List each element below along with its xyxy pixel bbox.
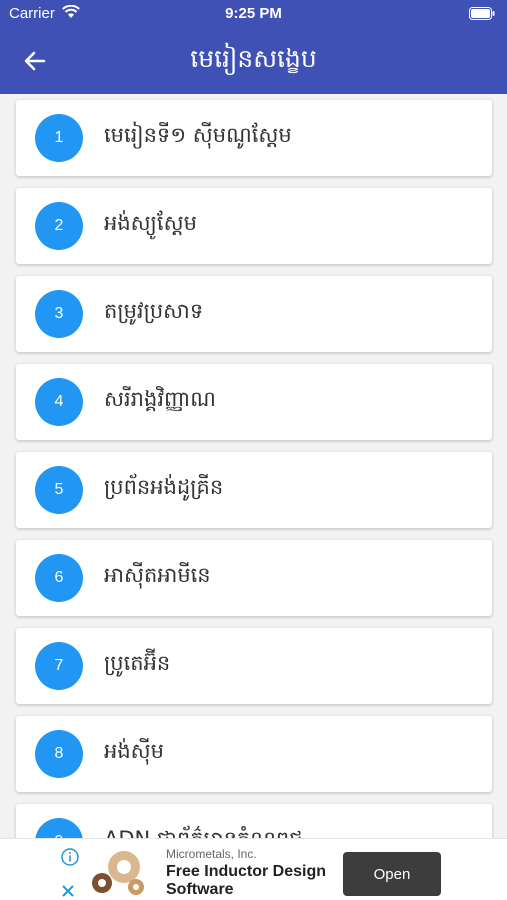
ad-headline[interactable]: Free Inductor Design Software: [166, 863, 336, 899]
ad-close-icon[interactable]: [60, 883, 76, 899]
lesson-number-badge: 8: [35, 730, 83, 778]
lesson-item[interactable]: 3 តម្រូវប្រសាទ: [16, 276, 492, 352]
lesson-item[interactable]: 4 សរីរាង្គវិញ្ញាណ: [16, 364, 492, 440]
app-bar: មេរៀនសង្ខេប: [0, 28, 507, 94]
lesson-number-badge: 1: [35, 114, 83, 162]
lesson-number-badge: 6: [35, 554, 83, 602]
lesson-list: 1 មេរៀនទី១ ស៊ីមណូស្តែម 2 អង់ស្យូស្តែម 3 …: [0, 94, 507, 838]
lesson-number-badge: 5: [35, 466, 83, 514]
ad-open-button[interactable]: Open: [343, 852, 441, 896]
lesson-item[interactable]: 9 ADN ជាព័ត៌មានតំណពូជ: [16, 804, 492, 838]
status-bar: Carrier 9:25 PM: [0, 0, 507, 28]
lesson-number-badge: 3: [35, 290, 83, 338]
lesson-title: អង់ស៊ីម: [104, 739, 164, 763]
ad-product-image: [92, 851, 144, 895]
lesson-title: តម្រូវប្រសាទ: [104, 299, 204, 323]
lesson-number-badge: 9: [35, 818, 83, 838]
lesson-title: ប្រូតេអ៊ីន: [104, 651, 171, 675]
lesson-item[interactable]: 5 ប្រព័នអង់ដូគ្រីន: [16, 452, 492, 528]
lesson-title: អាស៊ីតអាមីនេ: [104, 563, 211, 587]
ad-info-icon[interactable]: [60, 847, 80, 867]
page-title: មេរៀនសង្ខេប: [190, 44, 317, 73]
lesson-title: មេរៀនទី១ ស៊ីមណូស្តែម: [104, 123, 292, 147]
lesson-item[interactable]: 1 មេរៀនទី១ ស៊ីមណូស្តែម: [16, 100, 492, 176]
lesson-number-badge: 4: [35, 378, 83, 426]
lesson-title: អង់ស្យូស្តែម: [104, 211, 197, 235]
ad-banner[interactable]: Micrometals, Inc. Free Inductor Design S…: [0, 838, 507, 900]
lesson-number-badge: 2: [35, 202, 83, 250]
status-time: 9:25 PM: [225, 5, 282, 22]
lesson-title: ADN ជាព័ត៌មានតំណពូជ: [104, 826, 303, 838]
lesson-item[interactable]: 6 អាស៊ីតអាមីនេ: [16, 540, 492, 616]
lesson-item[interactable]: 7 ប្រូតេអ៊ីន: [16, 628, 492, 704]
lesson-item[interactable]: 8 អង់ស៊ីម: [16, 716, 492, 792]
lesson-number-badge: 7: [35, 642, 83, 690]
lesson-title: សរីរាង្គវិញ្ញាណ: [104, 387, 216, 411]
battery-icon: [469, 7, 495, 20]
lesson-item[interactable]: 2 អង់ស្យូស្តែម: [16, 188, 492, 264]
ad-advertiser: Micrometals, Inc.: [166, 847, 257, 861]
lesson-title: ប្រព័នអង់ដូគ្រីន: [104, 475, 224, 499]
